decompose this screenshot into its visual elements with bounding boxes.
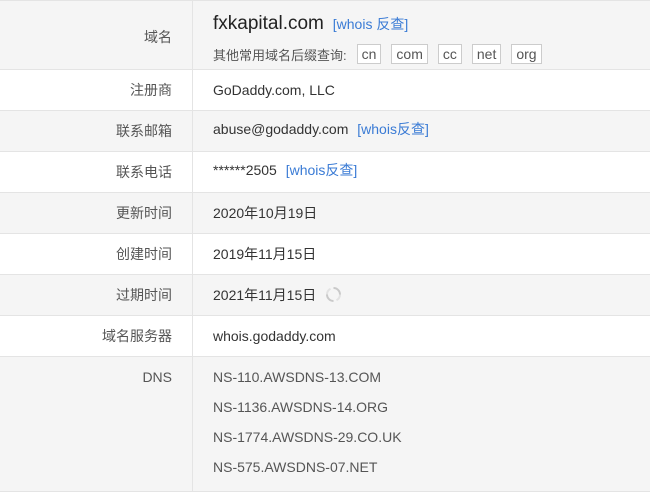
whois-table: 域名 fxkapital.com [whois 反查] 其他常用域名后缀查询: … [0,0,650,492]
row-created: 创建时间 2019年11月15日 [0,234,650,275]
value-phone: ******2505 [whois反查] [193,152,650,192]
row-email: 联系邮箱 abuse@godaddy.com [whois反查] [0,111,650,152]
value-expires: 2021年11月15日 [193,275,650,315]
label-domain: 域名 [0,1,193,69]
value-created: 2019年11月15日 [213,246,317,262]
dns-server: NS-575.AWSDNS-07.NET [213,459,378,475]
suffix-cn[interactable]: cn [356,44,382,64]
value-email: abuse@godaddy.com [whois反查] [193,111,650,151]
row-domain: 域名 fxkapital.com [whois 反查] 其他常用域名后缀查询: … [0,1,650,70]
value-registrar: GoDaddy.com, LLC [213,82,335,98]
row-whois-server: 域名服务器 whois.godaddy.com [0,316,650,357]
suffix-query: 其他常用域名后缀查询: cn com cc net org [213,44,650,64]
suffix-net[interactable]: net [471,44,502,64]
value-whois-server: whois.godaddy.com [213,328,336,344]
value-updated: 2020年10月19日 [213,205,318,221]
label-dns: DNS [0,357,193,491]
row-dns: DNS NS-110.AWSDNS-13.COM NS-1136.AWSDNS-… [0,357,650,492]
dns-server: NS-1136.AWSDNS-14.ORG [213,399,389,415]
refresh-icon[interactable] [325,278,342,318]
row-updated: 更新时间 2020年10月19日 [0,193,650,234]
row-phone: 联系电话 ******2505 [whois反查] [0,152,650,193]
label-phone: 联系电话 [0,152,193,192]
suffix-label: 其他常用域名后缀查询: [213,47,347,63]
label-expires: 过期时间 [0,275,193,315]
whois-reverse-link-domain[interactable]: [whois 反查] [333,16,408,32]
suffix-org[interactable]: org [511,44,542,64]
dns-server: NS-110.AWSDNS-13.COM [213,369,382,385]
whois-reverse-link-email[interactable]: [whois反查] [357,121,429,137]
row-expires: 过期时间 2021年11月15日 [0,275,650,316]
label-registrar: 注册商 [0,70,193,110]
label-email: 联系邮箱 [0,111,193,151]
value-domain: fxkapital.com [whois 反查] 其他常用域名后缀查询: cn … [193,1,650,69]
phone-value: ******2505 [213,162,277,178]
label-whois-server: 域名服务器 [0,316,193,356]
row-registrar: 注册商 GoDaddy.com, LLC [0,70,650,111]
suffix-com[interactable]: com [391,44,428,64]
value-dns: NS-110.AWSDNS-13.COM NS-1136.AWSDNS-14.O… [193,357,650,491]
domain-name: fxkapital.com [213,13,324,34]
dns-server: NS-1774.AWSDNS-29.CO.UK [213,429,402,445]
email-value: abuse@godaddy.com [213,121,349,137]
label-created: 创建时间 [0,234,193,274]
expires-value: 2021年11月15日 [213,287,317,303]
whois-reverse-link-phone[interactable]: [whois反查] [286,162,358,178]
label-updated: 更新时间 [0,193,193,233]
suffix-cc[interactable]: cc [437,44,462,64]
